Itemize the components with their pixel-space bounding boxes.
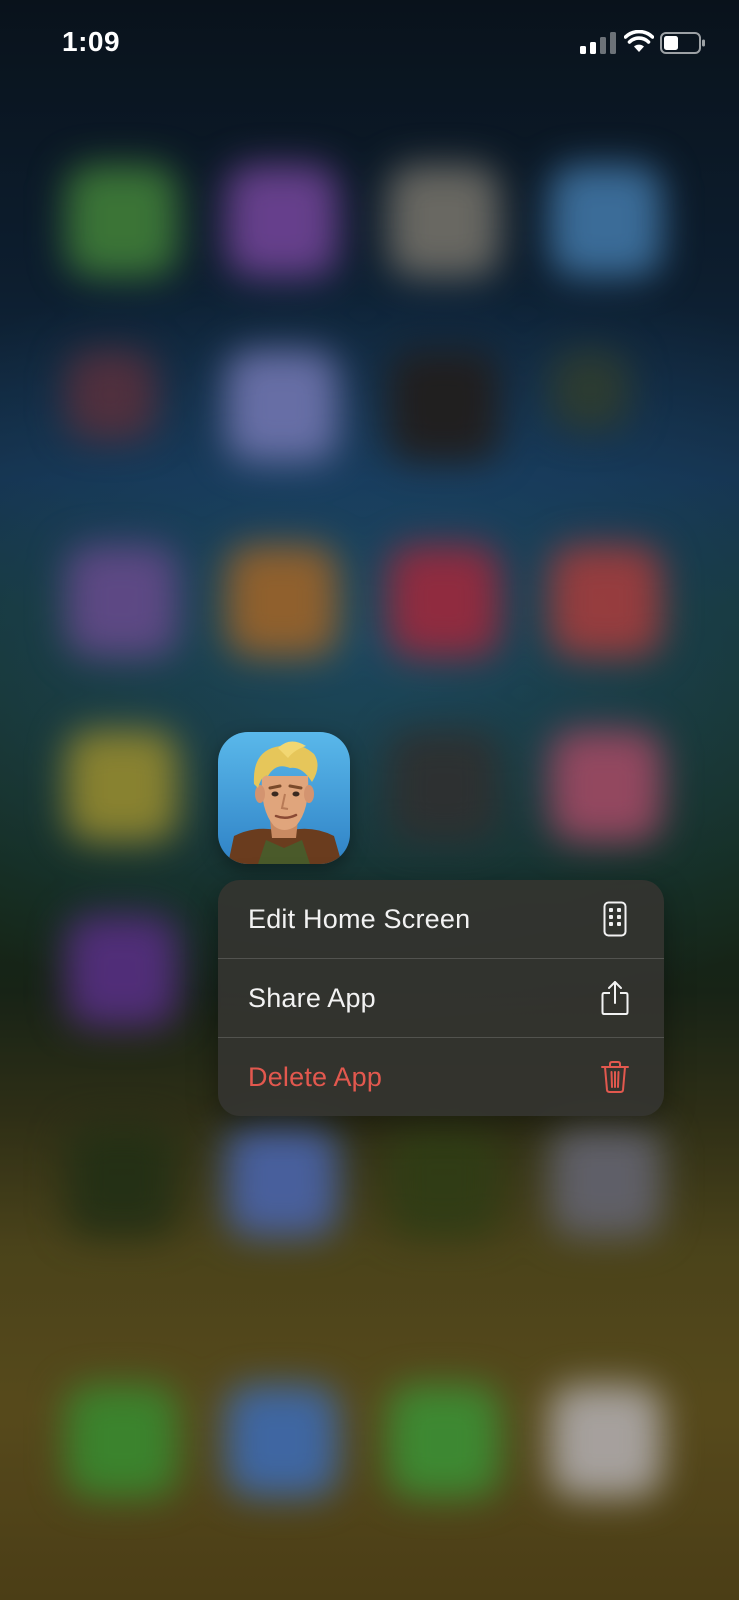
status-time: 1:09 [62, 26, 121, 57]
share-icon [600, 981, 630, 1015]
cellular-signal-icon [580, 32, 616, 54]
edit-home-screen-label: Edit Home Screen [248, 903, 471, 934]
battery-icon [660, 32, 705, 54]
delete-app-menu-item[interactable]: Delete App [218, 1038, 664, 1116]
app-context-menu: Edit Home Screen Share App Delete App [218, 880, 664, 1116]
share-app-label: Share App [248, 982, 376, 1013]
status-bar: 1:09 [0, 0, 739, 90]
fortnite-character-icon [218, 732, 350, 864]
delete-app-label: Delete App [248, 1061, 383, 1092]
share-app-menu-item[interactable]: Share App [218, 959, 664, 1037]
wifi-icon [624, 30, 654, 52]
edit-home-screen-menu-item[interactable]: Edit Home Screen [218, 880, 664, 958]
fortnite-app-icon[interactable] [218, 732, 350, 864]
trash-icon [600, 1060, 630, 1094]
background-dim-overlay [0, 0, 739, 1600]
phone-grid-icon [600, 901, 630, 937]
